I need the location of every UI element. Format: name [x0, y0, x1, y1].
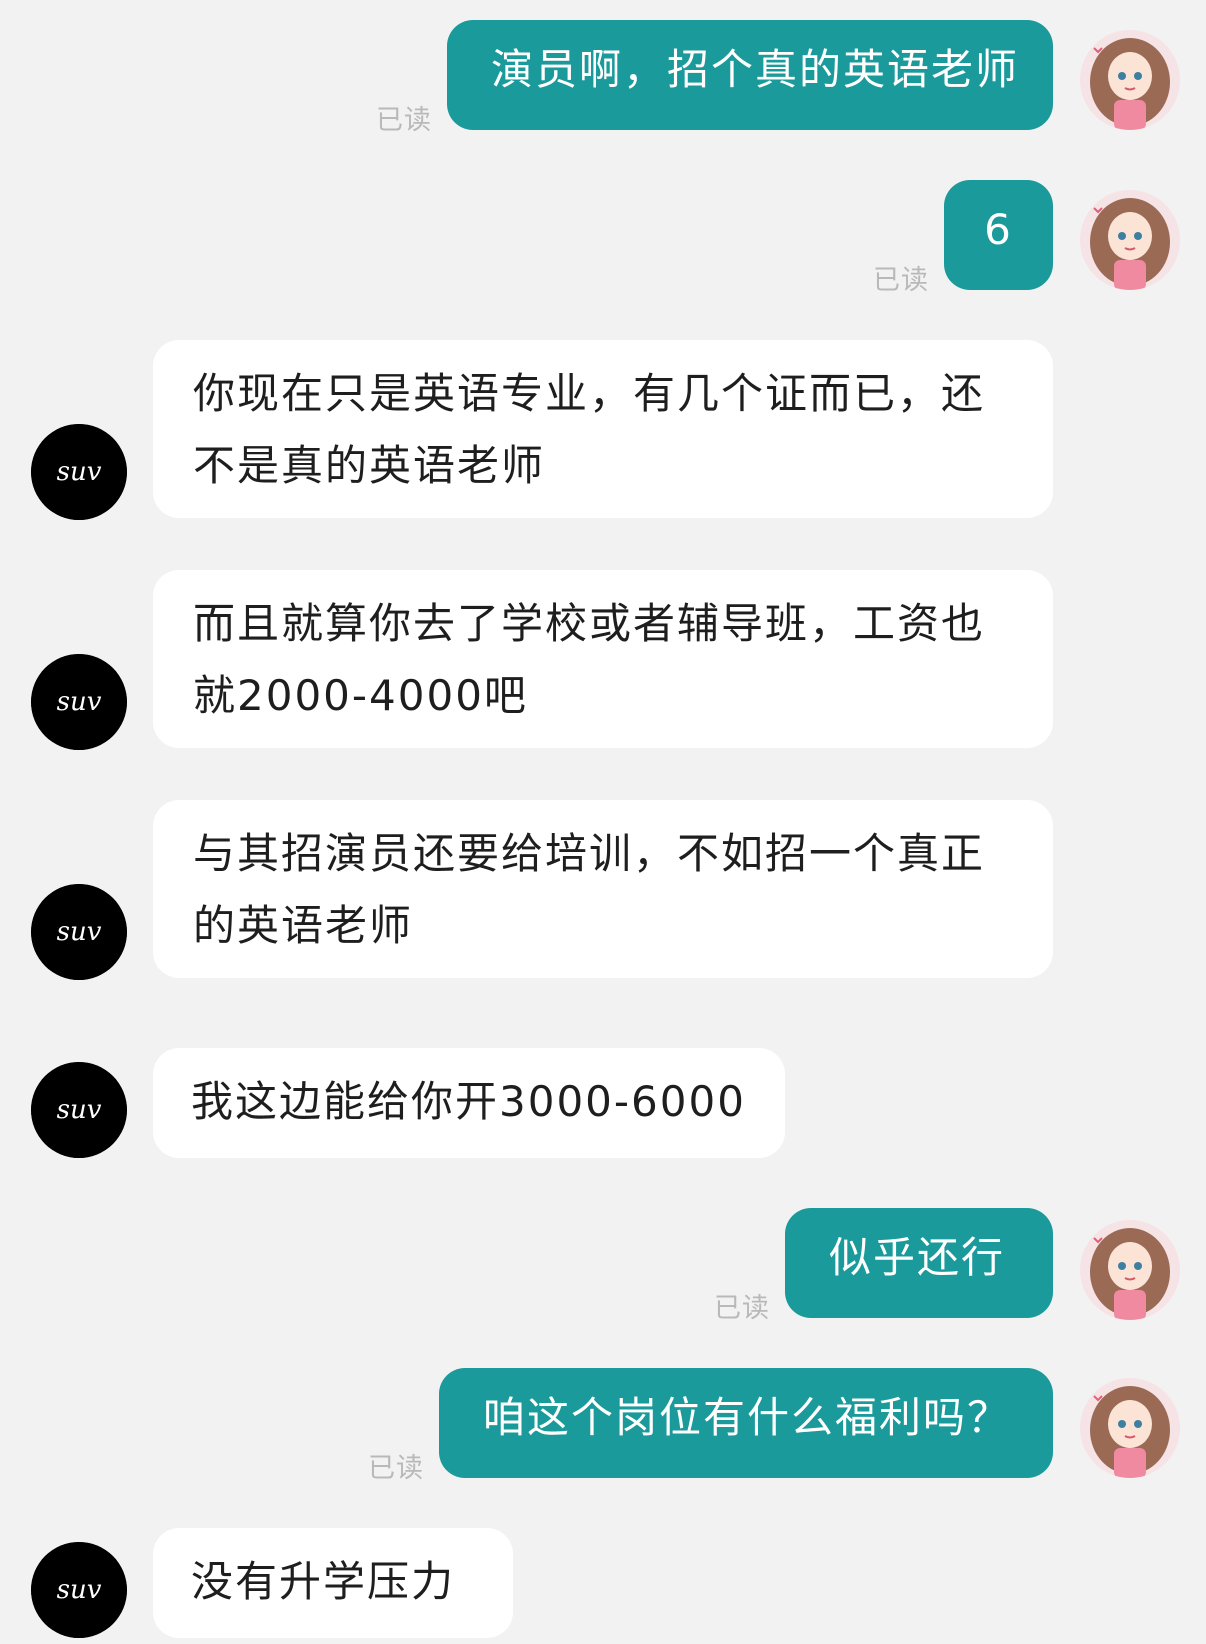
read-status: 已读 [376, 105, 432, 136]
message-text: 我这边能给你开3000-6000 [191, 1077, 746, 1126]
message-text: 而且就算你去了学校或者辅导班，工资也就2000-4000吧 [193, 599, 986, 720]
suv-logo-icon: suv [31, 1062, 127, 1158]
cartoon-girl-avatar-icon [1080, 30, 1180, 130]
message-text: 6 [984, 205, 1013, 254]
svg-text:suv: suv [57, 917, 102, 947]
incoming-message[interactable]: 我这边能给你开3000-6000 [153, 1048, 785, 1158]
outgoing-message[interactable]: 演员啊，招个真的英语老师 [447, 20, 1053, 130]
cartoon-girl-avatar-icon [1080, 190, 1180, 290]
outgoing-message[interactable]: 6 [944, 180, 1053, 290]
self-avatar[interactable] [1080, 30, 1180, 130]
message-text: 似乎还行 [829, 1233, 1006, 1282]
suv-logo-icon: suv [31, 1542, 127, 1638]
contact-avatar[interactable]: suv [31, 1542, 127, 1638]
outgoing-message[interactable]: 咱这个岗位有什么福利吗？ [439, 1368, 1053, 1478]
incoming-message[interactable]: 没有升学压力 [153, 1528, 513, 1638]
message-text: 演员啊，招个真的英语老师 [491, 45, 1020, 94]
suv-logo-icon: suv [31, 884, 127, 980]
self-avatar[interactable] [1080, 1220, 1180, 1320]
contact-avatar[interactable]: suv [31, 1062, 127, 1158]
suv-logo-icon: suv [31, 424, 127, 520]
svg-text:suv: suv [57, 1095, 102, 1125]
cartoon-girl-avatar-icon [1080, 1378, 1180, 1478]
cartoon-girl-avatar-icon [1080, 1220, 1180, 1320]
read-status: 已读 [873, 265, 929, 296]
incoming-message[interactable]: 你现在只是英语专业，有几个证而已，还不是真的英语老师 [153, 340, 1053, 518]
svg-text:suv: suv [57, 687, 102, 717]
self-avatar[interactable] [1080, 1378, 1180, 1478]
contact-avatar[interactable]: suv [31, 654, 127, 750]
contact-avatar[interactable]: suv [31, 884, 127, 980]
message-text: 你现在只是英语专业，有几个证而已，还不是真的英语老师 [193, 369, 986, 490]
self-avatar[interactable] [1080, 190, 1180, 290]
svg-text:suv: suv [57, 1575, 102, 1605]
incoming-message[interactable]: 而且就算你去了学校或者辅导班，工资也就2000-4000吧 [153, 570, 1053, 748]
incoming-message[interactable]: 与其招演员还要给培训，不如招一个真正的英语老师 [153, 800, 1053, 978]
svg-text:suv: suv [57, 457, 102, 487]
message-text: 与其招演员还要给培训，不如招一个真正的英语老师 [193, 829, 986, 950]
message-text: 咱这个岗位有什么福利吗？ [483, 1393, 1012, 1442]
outgoing-message[interactable]: 似乎还行 [785, 1208, 1053, 1318]
read-status: 已读 [714, 1293, 770, 1324]
contact-avatar[interactable]: suv [31, 424, 127, 520]
read-status: 已读 [368, 1453, 424, 1484]
message-text: 没有升学压力 [191, 1557, 456, 1606]
suv-logo-icon: suv [31, 654, 127, 750]
